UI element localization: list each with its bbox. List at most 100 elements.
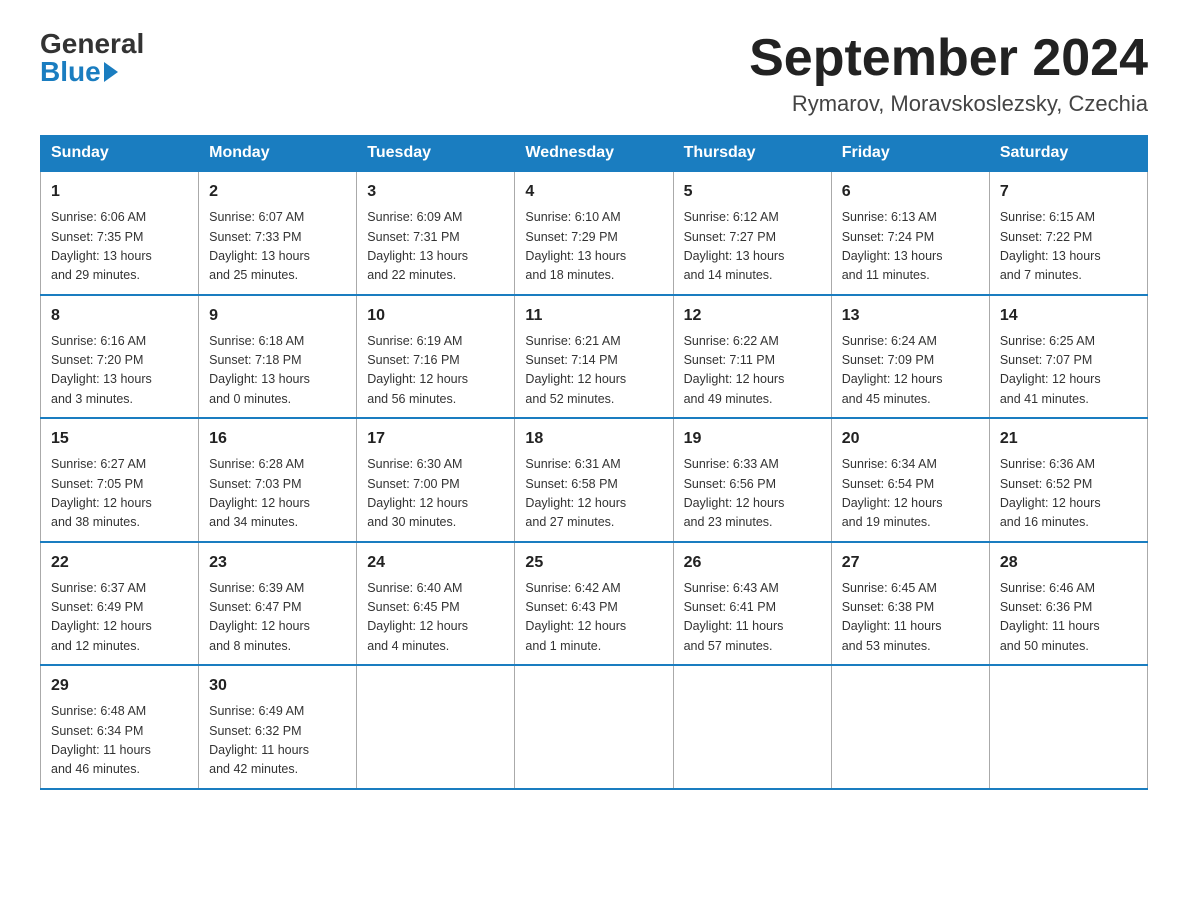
calendar-cell bbox=[673, 665, 831, 789]
day-info: Sunrise: 6:33 AMSunset: 6:56 PMDaylight:… bbox=[684, 455, 821, 533]
day-info: Sunrise: 6:15 AMSunset: 7:22 PMDaylight:… bbox=[1000, 208, 1137, 286]
calendar-cell: 26 Sunrise: 6:43 AMSunset: 6:41 PMDayligh… bbox=[673, 542, 831, 666]
day-info: Sunrise: 6:06 AMSunset: 7:35 PMDaylight:… bbox=[51, 208, 188, 286]
calendar-cell: 27Sunrise: 6:45 AMSunset: 6:38 PMDayligh… bbox=[831, 542, 989, 666]
calendar-cell bbox=[831, 665, 989, 789]
calendar-cell: 13 Sunrise: 6:24 AMSunset: 7:09 PMDayligh… bbox=[831, 295, 989, 419]
calendar-cell: 22Sunrise: 6:37 AMSunset: 6:49 PMDayligh… bbox=[41, 542, 199, 666]
calendar-cell bbox=[357, 665, 515, 789]
calendar-cell: 15 Sunrise: 6:27 AMSunset: 7:05 PMDayligh… bbox=[41, 418, 199, 542]
day-number: 9 bbox=[209, 304, 346, 328]
calendar-cell: 7 Sunrise: 6:15 AMSunset: 7:22 PMDaylight… bbox=[989, 171, 1147, 295]
day-number: 3 bbox=[367, 180, 504, 204]
logo-arrow-icon bbox=[104, 62, 118, 82]
month-title: September 2024 bbox=[749, 30, 1148, 87]
calendar-cell: 21 Sunrise: 6:36 AMSunset: 6:52 PMDayligh… bbox=[989, 418, 1147, 542]
day-info: Sunrise: 6:18 AMSunset: 7:18 PMDaylight:… bbox=[209, 332, 346, 410]
title-block: September 2024 Rymarov, Moravskoslezsky,… bbox=[749, 30, 1148, 117]
day-number: 29 bbox=[51, 674, 188, 698]
day-info: Sunrise: 6:07 AMSunset: 7:33 PMDaylight:… bbox=[209, 208, 346, 286]
calendar-cell: 23 Sunrise: 6:39 AMSunset: 6:47 PMDayligh… bbox=[199, 542, 357, 666]
weekday-header-monday: Monday bbox=[199, 136, 357, 172]
week-row-1: 1 Sunrise: 6:06 AMSunset: 7:35 PMDaylight… bbox=[41, 171, 1148, 295]
day-info: Sunrise: 6:43 AMSunset: 6:41 PMDaylight:… bbox=[684, 579, 821, 657]
calendar-cell: 17Sunrise: 6:30 AMSunset: 7:00 PMDayligh… bbox=[357, 418, 515, 542]
day-info: Sunrise: 6:12 AMSunset: 7:27 PMDaylight:… bbox=[684, 208, 821, 286]
weekday-header-row: SundayMondayTuesdayWednesdayThursdayFrid… bbox=[41, 136, 1148, 172]
day-number: 24 bbox=[367, 551, 504, 575]
weekday-header-wednesday: Wednesday bbox=[515, 136, 673, 172]
week-row-2: 8Sunrise: 6:16 AMSunset: 7:20 PMDaylight… bbox=[41, 295, 1148, 419]
day-number: 25 bbox=[525, 551, 662, 575]
week-row-4: 22Sunrise: 6:37 AMSunset: 6:49 PMDayligh… bbox=[41, 542, 1148, 666]
calendar-cell: 19 Sunrise: 6:33 AMSunset: 6:56 PMDayligh… bbox=[673, 418, 831, 542]
day-number: 16 bbox=[209, 427, 346, 451]
calendar-table: SundayMondayTuesdayWednesdayThursdayFrid… bbox=[40, 135, 1148, 790]
calendar-cell: 8Sunrise: 6:16 AMSunset: 7:20 PMDaylight… bbox=[41, 295, 199, 419]
calendar-cell: 18 Sunrise: 6:31 AMSunset: 6:58 PMDayligh… bbox=[515, 418, 673, 542]
day-info: Sunrise: 6:24 AMSunset: 7:09 PMDaylight:… bbox=[842, 332, 979, 410]
day-number: 21 bbox=[1000, 427, 1137, 451]
day-number: 5 bbox=[684, 180, 821, 204]
day-info: Sunrise: 6:48 AMSunset: 6:34 PMDaylight:… bbox=[51, 702, 188, 780]
day-number: 6 bbox=[842, 180, 979, 204]
day-info: Sunrise: 6:30 AMSunset: 7:00 PMDaylight:… bbox=[367, 455, 504, 533]
day-number: 30 bbox=[209, 674, 346, 698]
day-number: 1 bbox=[51, 180, 188, 204]
weekday-header-friday: Friday bbox=[831, 136, 989, 172]
day-number: 13 bbox=[842, 304, 979, 328]
calendar-cell: 4 Sunrise: 6:10 AMSunset: 7:29 PMDaylight… bbox=[515, 171, 673, 295]
weekday-header-saturday: Saturday bbox=[989, 136, 1147, 172]
logo-blue-text: Blue bbox=[40, 58, 118, 86]
calendar-cell: 3 Sunrise: 6:09 AMSunset: 7:31 PMDaylight… bbox=[357, 171, 515, 295]
calendar-cell: 10 Sunrise: 6:19 AMSunset: 7:16 PMDayligh… bbox=[357, 295, 515, 419]
calendar-cell: 16Sunrise: 6:28 AMSunset: 7:03 PMDayligh… bbox=[199, 418, 357, 542]
calendar-cell: 5 Sunrise: 6:12 AMSunset: 7:27 PMDaylight… bbox=[673, 171, 831, 295]
day-number: 20 bbox=[842, 427, 979, 451]
location-subtitle: Rymarov, Moravskoslezsky, Czechia bbox=[749, 91, 1148, 117]
day-info: Sunrise: 6:34 AMSunset: 6:54 PMDaylight:… bbox=[842, 455, 979, 533]
weekday-header-sunday: Sunday bbox=[41, 136, 199, 172]
day-info: Sunrise: 6:13 AMSunset: 7:24 PMDaylight:… bbox=[842, 208, 979, 286]
day-number: 15 bbox=[51, 427, 188, 451]
day-number: 2 bbox=[209, 180, 346, 204]
week-row-3: 15 Sunrise: 6:27 AMSunset: 7:05 PMDayligh… bbox=[41, 418, 1148, 542]
day-info: Sunrise: 6:45 AMSunset: 6:38 PMDaylight:… bbox=[842, 579, 979, 657]
weekday-header-thursday: Thursday bbox=[673, 136, 831, 172]
day-number: 10 bbox=[367, 304, 504, 328]
calendar-cell: 1 Sunrise: 6:06 AMSunset: 7:35 PMDaylight… bbox=[41, 171, 199, 295]
calendar-cell: 24 Sunrise: 6:40 AMSunset: 6:45 PMDayligh… bbox=[357, 542, 515, 666]
day-info: Sunrise: 6:19 AMSunset: 7:16 PMDaylight:… bbox=[367, 332, 504, 410]
day-number: 28 bbox=[1000, 551, 1137, 575]
calendar-cell: 9 Sunrise: 6:18 AMSunset: 7:18 PMDaylight… bbox=[199, 295, 357, 419]
day-number: 12 bbox=[684, 304, 821, 328]
day-info: Sunrise: 6:36 AMSunset: 6:52 PMDaylight:… bbox=[1000, 455, 1137, 533]
calendar-cell: 29 Sunrise: 6:48 AMSunset: 6:34 PMDayligh… bbox=[41, 665, 199, 789]
day-number: 4 bbox=[525, 180, 662, 204]
day-number: 19 bbox=[684, 427, 821, 451]
day-number: 26 bbox=[684, 551, 821, 575]
day-info: Sunrise: 6:10 AMSunset: 7:29 PMDaylight:… bbox=[525, 208, 662, 286]
day-info: Sunrise: 6:27 AMSunset: 7:05 PMDaylight:… bbox=[51, 455, 188, 533]
day-info: Sunrise: 6:31 AMSunset: 6:58 PMDaylight:… bbox=[525, 455, 662, 533]
day-number: 23 bbox=[209, 551, 346, 575]
day-number: 11 bbox=[525, 304, 662, 328]
day-info: Sunrise: 6:40 AMSunset: 6:45 PMDaylight:… bbox=[367, 579, 504, 657]
calendar-cell: 11 Sunrise: 6:21 AMSunset: 7:14 PMDayligh… bbox=[515, 295, 673, 419]
logo-general-text: General bbox=[40, 30, 144, 58]
calendar-cell: 14Sunrise: 6:25 AMSunset: 7:07 PMDayligh… bbox=[989, 295, 1147, 419]
page-header: General Blue September 2024 Rymarov, Mor… bbox=[40, 30, 1148, 117]
day-info: Sunrise: 6:21 AMSunset: 7:14 PMDaylight:… bbox=[525, 332, 662, 410]
weekday-header-tuesday: Tuesday bbox=[357, 136, 515, 172]
day-info: Sunrise: 6:49 AMSunset: 6:32 PMDaylight:… bbox=[209, 702, 346, 780]
logo: General Blue bbox=[40, 30, 144, 86]
day-number: 18 bbox=[525, 427, 662, 451]
day-number: 7 bbox=[1000, 180, 1137, 204]
week-row-5: 29 Sunrise: 6:48 AMSunset: 6:34 PMDayligh… bbox=[41, 665, 1148, 789]
day-info: Sunrise: 6:39 AMSunset: 6:47 PMDaylight:… bbox=[209, 579, 346, 657]
day-number: 14 bbox=[1000, 304, 1137, 328]
day-number: 22 bbox=[51, 551, 188, 575]
day-info: Sunrise: 6:46 AMSunset: 6:36 PMDaylight:… bbox=[1000, 579, 1137, 657]
calendar-cell: 6 Sunrise: 6:13 AMSunset: 7:24 PMDaylight… bbox=[831, 171, 989, 295]
day-info: Sunrise: 6:09 AMSunset: 7:31 PMDaylight:… bbox=[367, 208, 504, 286]
